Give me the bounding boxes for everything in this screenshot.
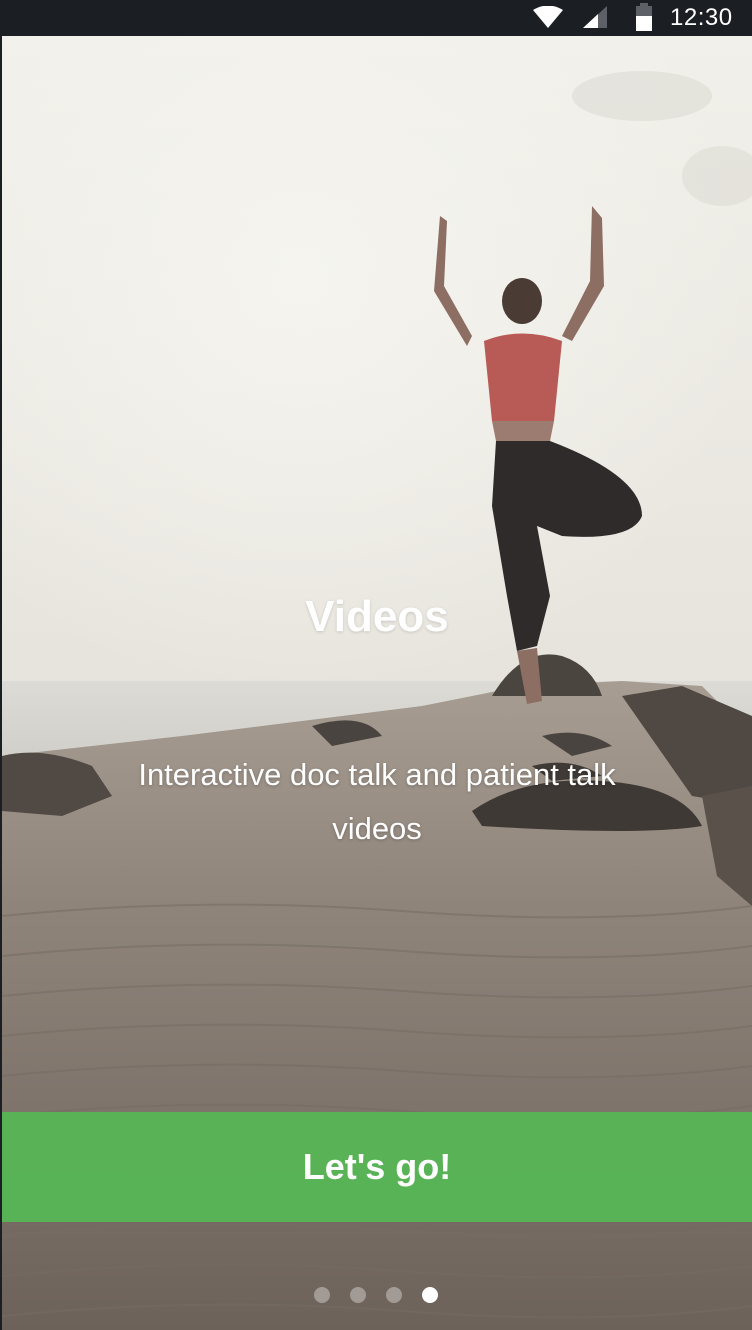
cellular-signal-icon [583, 6, 609, 33]
page-dot-4-active[interactable] [422, 1287, 438, 1303]
onboarding-screen: 12:30 Videos Interactive doc talk and pa… [0, 0, 752, 1330]
slide-title: Videos [305, 592, 449, 641]
page-dot-1[interactable] [314, 1287, 330, 1303]
slide-description: Interactive doc talk and patient talk vi… [138, 757, 616, 846]
battery-icon [634, 3, 654, 36]
page-dot-2[interactable] [350, 1287, 366, 1303]
page-dot-3[interactable] [386, 1287, 402, 1303]
status-clock: 12:30 [670, 4, 733, 31]
wifi-icon [533, 5, 563, 33]
page-indicator [0, 1287, 752, 1303]
status-bar: 12:30 [0, 0, 752, 36]
lets-go-button[interactable]: Let's go! [2, 1112, 752, 1222]
